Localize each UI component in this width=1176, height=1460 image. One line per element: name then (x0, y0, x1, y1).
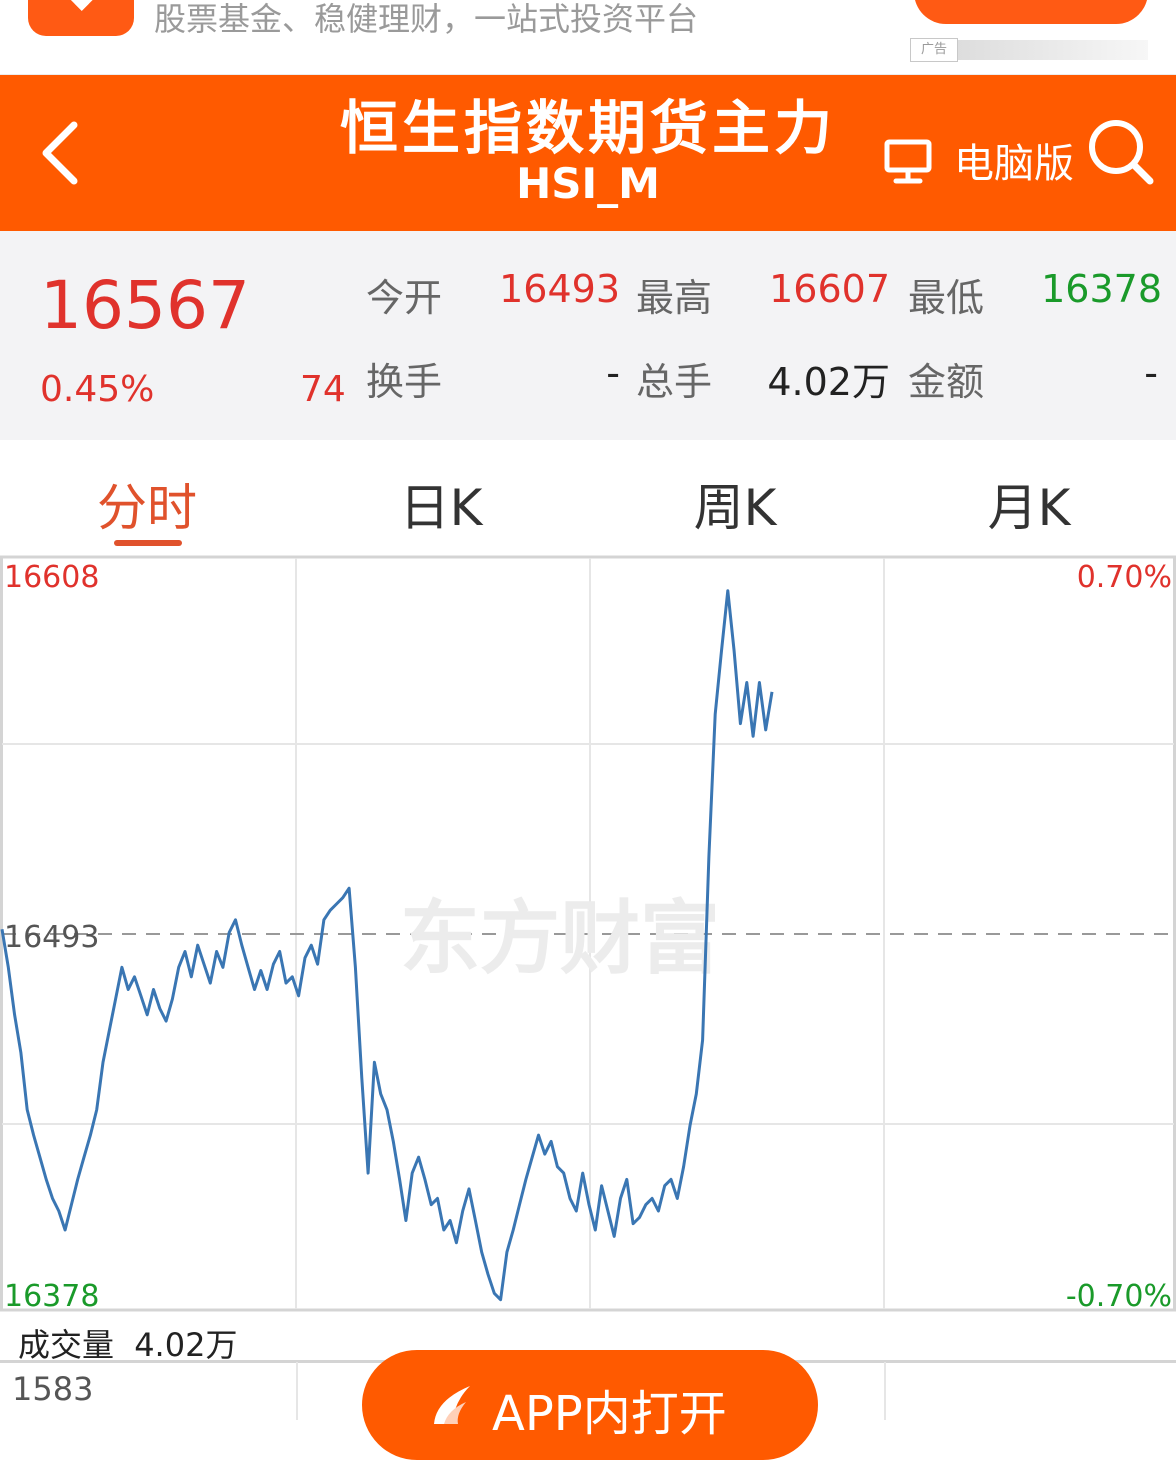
volume-label: 总手 (636, 360, 713, 404)
turnover-label: 换手 (366, 360, 443, 404)
low-label: 最低 (908, 276, 985, 320)
app-logo-icon (434, 1386, 470, 1424)
y-max-label: 16608 (4, 560, 99, 595)
chart-tabs: 分时 日K 周K 月K (0, 440, 1176, 554)
volume-title-value: 4.02万 (134, 1326, 238, 1364)
ad-fade (958, 40, 1148, 60)
pct-max-label: 0.70% (1077, 560, 1172, 595)
open-value: 16493 (499, 267, 620, 311)
checkmark-icon (59, 0, 113, 11)
open-in-app-label: APP内打开 (492, 1386, 727, 1442)
y-mid-label: 16493 (4, 920, 99, 955)
ad-logo (28, 0, 134, 36)
ad-tagline: 股票基金、稳健理财，一站式投资平台 (154, 0, 699, 38)
open-in-app-button[interactable]: APP内打开 (362, 1350, 818, 1460)
turnover-value: - (606, 351, 620, 395)
intraday-chart-svg: 东方财富 16608 16493 16378 0.70% -0.70% (0, 555, 1176, 1314)
last-price: 16567 (40, 267, 250, 344)
amount-label: 金额 (908, 360, 985, 404)
tab-indicator (114, 540, 182, 546)
tab-intraday[interactable]: 分时 (0, 468, 294, 540)
ad-tag: 广告 (910, 38, 958, 62)
volume-title-label: 成交量 (18, 1326, 115, 1364)
chart-watermark: 东方财富 (400, 892, 720, 985)
volume-max-label: 1583 (12, 1370, 94, 1408)
y-min-label: 16378 (4, 1279, 99, 1314)
tab-daily-k[interactable]: 日K (294, 468, 588, 540)
page-header: 恒生指数期货主力 HSI_M 电脑版 (0, 75, 1176, 231)
volume-value: 4.02万 (767, 360, 890, 404)
change-value: 74 (300, 369, 346, 410)
high-label: 最高 (636, 276, 713, 320)
grid-vertical (296, 1362, 298, 1420)
pc-version-link[interactable]: 电脑版 (954, 131, 1074, 189)
high-value: 16607 (769, 267, 890, 311)
ad-action-button[interactable] (914, 0, 1148, 24)
quote-panel: 16567 0.45% 74 今开 16493 最高 16607 最低 1637… (0, 231, 1176, 440)
low-value: 16378 (1041, 267, 1162, 311)
tab-monthly-k[interactable]: 月K (882, 468, 1176, 540)
change-percent: 0.45% (40, 369, 155, 410)
grid-vertical (884, 1362, 886, 1420)
open-label: 今开 (366, 276, 443, 320)
amount-value: - (1144, 351, 1158, 395)
tab-weekly-k[interactable]: 周K (588, 468, 882, 540)
search-icon[interactable] (1086, 117, 1156, 187)
monitor-icon[interactable] (884, 139, 932, 185)
ad-banner[interactable]: 股票基金、稳健理财，一站式投资平台 广告 (0, 0, 1176, 75)
intraday-chart[interactable]: 东方财富 16608 16493 16378 0.70% -0.70% (0, 554, 1176, 1314)
pct-min-label: -0.70% (1066, 1279, 1172, 1314)
